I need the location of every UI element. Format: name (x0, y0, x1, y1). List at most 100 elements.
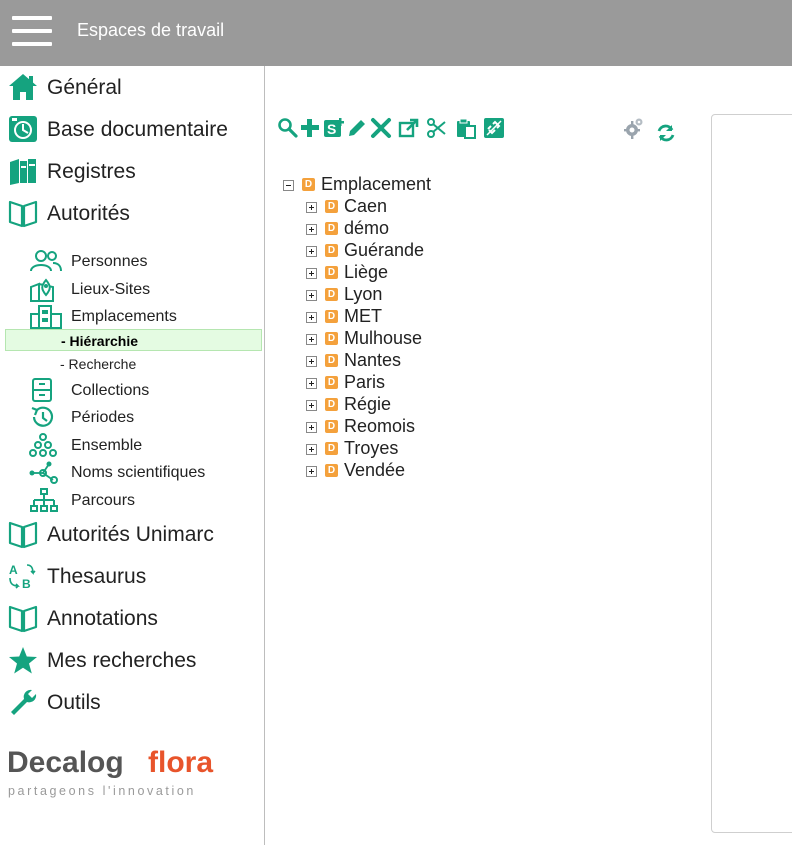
unlink-icon[interactable] (483, 117, 505, 141)
decalog-flora-logo: Decalog flora partageons l'innovation (7, 746, 237, 801)
sidebar-item-thesaurus[interactable]: AB Thesaurus (0, 555, 262, 597)
sidebar-item-label: Parcours (71, 492, 136, 509)
logo-word-decalog: Decalog (7, 746, 124, 779)
sidebar-item-label: Ensemble (71, 437, 143, 454)
expand-toggle-icon[interactable] (306, 268, 317, 279)
expand-toggle-icon[interactable] (306, 334, 317, 345)
books-icon (7, 156, 39, 186)
wrench-icon (7, 687, 39, 717)
sidebar-item-label: Général (47, 76, 122, 99)
node-type-badge: D (325, 332, 338, 345)
tree-node-label[interactable]: démo (344, 218, 389, 239)
search-icon[interactable] (277, 117, 299, 141)
sidebar-item-autorites-unimarc[interactable]: Autorités Unimarc (0, 513, 262, 555)
tree-node-label[interactable]: Mulhouse (344, 328, 422, 349)
sidebar-subitem-recherche[interactable]: - Recherche (5, 353, 262, 375)
tree-node-label[interactable]: Vendée (344, 460, 405, 481)
sidebar-item-label: Thesaurus (47, 565, 147, 588)
sidebar-subitem-parcours[interactable]: Parcours (0, 487, 262, 514)
sidebar-subitem-hierarchie[interactable]: - Hiérarchie (5, 329, 262, 351)
edit-icon[interactable] (346, 117, 368, 141)
history-icon (29, 405, 63, 430)
expand-toggle-icon[interactable] (306, 312, 317, 323)
tree-node-label[interactable]: Régie (344, 394, 391, 415)
sidebar-item-label: Noms scientifiques (71, 464, 206, 481)
node-type-badge: D (325, 376, 338, 389)
map-pin-icon (29, 277, 63, 302)
node-type-badge: D (325, 200, 338, 213)
open-book-icon (7, 519, 39, 549)
sidebar: Général Base documentaire Registres Auto… (0, 66, 265, 845)
people-icon (29, 249, 63, 274)
add-icon[interactable] (299, 117, 321, 141)
sidebar-item-label: Base documentaire (47, 118, 228, 141)
delete-icon[interactable] (370, 117, 392, 141)
add-sibling-icon[interactable]: S (323, 117, 345, 141)
tree-node-label[interactable]: Emplacement (321, 174, 431, 195)
sidebar-item-mes-recherches[interactable]: Mes recherches (0, 639, 262, 681)
sidebar-item-label: Annotations (47, 607, 158, 630)
node-type-badge: D (325, 288, 338, 301)
node-type-badge: D (325, 442, 338, 455)
settings-icon[interactable] (622, 117, 644, 141)
hamburger-icon[interactable] (12, 16, 52, 48)
sidebar-item-label: Personnes (71, 253, 148, 270)
top-bar: Espaces de travail (0, 0, 792, 66)
node-type-badge: D (325, 464, 338, 477)
expand-toggle-icon[interactable] (306, 422, 317, 433)
tree-node-label[interactable]: Troyes (344, 438, 398, 459)
network-icon (29, 460, 63, 485)
expand-toggle-icon[interactable] (306, 290, 317, 301)
sidebar-subitem-lieux-sites[interactable]: Lieux-Sites (0, 276, 262, 303)
tree-node-label[interactable]: Guérande (344, 240, 424, 261)
node-type-badge: D (302, 178, 315, 191)
sidebar-item-label: Autorités (47, 202, 130, 225)
expand-toggle-icon[interactable] (306, 444, 317, 455)
open-external-icon[interactable] (398, 117, 420, 141)
tree-node-label[interactable]: Lyon (344, 284, 382, 305)
sidebar-item-outils[interactable]: Outils (0, 681, 262, 723)
sidebar-item-autorites[interactable]: Autorités (0, 192, 262, 234)
node-type-badge: D (325, 266, 338, 279)
sidebar-item-label: Collections (71, 382, 150, 399)
sidebar-item-label: Lieux-Sites (71, 281, 151, 298)
org-chart-icon (29, 488, 63, 513)
open-book-icon (7, 603, 39, 633)
tree-node-label[interactable]: MET (344, 306, 382, 327)
sidebar-subitem-noms-scientifiques[interactable]: Noms scientifiques (0, 459, 262, 486)
sidebar-subitem-collections[interactable]: Collections (0, 377, 262, 404)
sidebar-subitem-emplacements[interactable]: Emplacements (0, 303, 262, 330)
sidebar-subitem-personnes[interactable]: Personnes (0, 248, 262, 275)
tree-node-label[interactable]: Liège (344, 262, 388, 283)
sidebar-item-base-documentaire[interactable]: Base documentaire (0, 108, 262, 150)
sidebar-item-general[interactable]: Général (0, 66, 262, 108)
sidebar-subitem-ensemble[interactable]: Ensemble (0, 432, 262, 459)
expand-toggle-icon[interactable] (306, 356, 317, 367)
tree-node-label[interactable]: Reomois (344, 416, 415, 437)
tree-node-label[interactable]: Nantes (344, 350, 401, 371)
expand-toggle-icon[interactable] (306, 246, 317, 257)
refresh-icon[interactable] (655, 122, 677, 146)
tree-node-label[interactable]: Caen (344, 196, 387, 217)
paste-icon[interactable] (455, 117, 477, 141)
document-base-icon (7, 114, 39, 144)
sidebar-item-annotations[interactable]: Annotations (0, 597, 262, 639)
sidebar-item-registres[interactable]: Registres (0, 150, 262, 192)
node-type-badge: D (325, 310, 338, 323)
cut-icon[interactable] (426, 117, 448, 141)
expand-toggle-icon[interactable] (306, 378, 317, 389)
sidebar-subitem-periodes[interactable]: Périodes (0, 404, 262, 431)
expand-toggle-icon[interactable] (306, 466, 317, 477)
logo-word-flora: flora (148, 746, 214, 779)
sidebar-item-label: Autorités Unimarc (47, 523, 214, 546)
tree-node-label[interactable]: Paris (344, 372, 385, 393)
logo-tagline: partageons l'innovation (8, 784, 196, 798)
expand-toggle-icon[interactable] (306, 202, 317, 213)
expand-toggle-icon[interactable] (306, 224, 317, 235)
expand-toggle-icon[interactable] (306, 400, 317, 411)
open-book-icon (7, 198, 39, 228)
building-icon (29, 304, 63, 329)
node-type-badge: D (325, 398, 338, 411)
home-icon (7, 72, 39, 102)
collapse-toggle-icon[interactable] (283, 180, 294, 191)
